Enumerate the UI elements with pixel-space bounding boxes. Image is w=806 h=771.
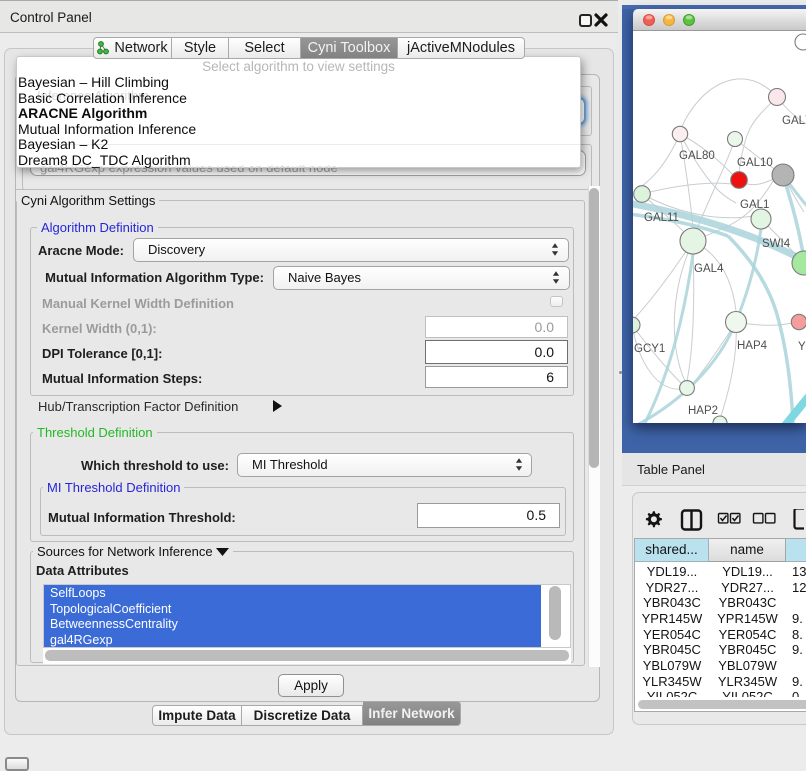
svg-text:GAL7: GAL7 [782,115,806,127]
svg-text:GAL10: GAL10 [737,157,773,169]
svg-text:GAL1: GAL1 [740,199,769,211]
svg-text:HAP4: HAP4 [737,340,768,352]
svg-text:GAL4: GAL4 [694,263,724,275]
svg-text:GAL80: GAL80 [679,150,715,162]
svg-text:GCY1: GCY1 [634,343,665,355]
svg-text:GAL11: GAL11 [644,212,679,224]
svg-text:SWI4: SWI4 [762,238,791,250]
svg-text:Y: Y [798,341,806,353]
svg-text:HAP2: HAP2 [688,405,718,417]
